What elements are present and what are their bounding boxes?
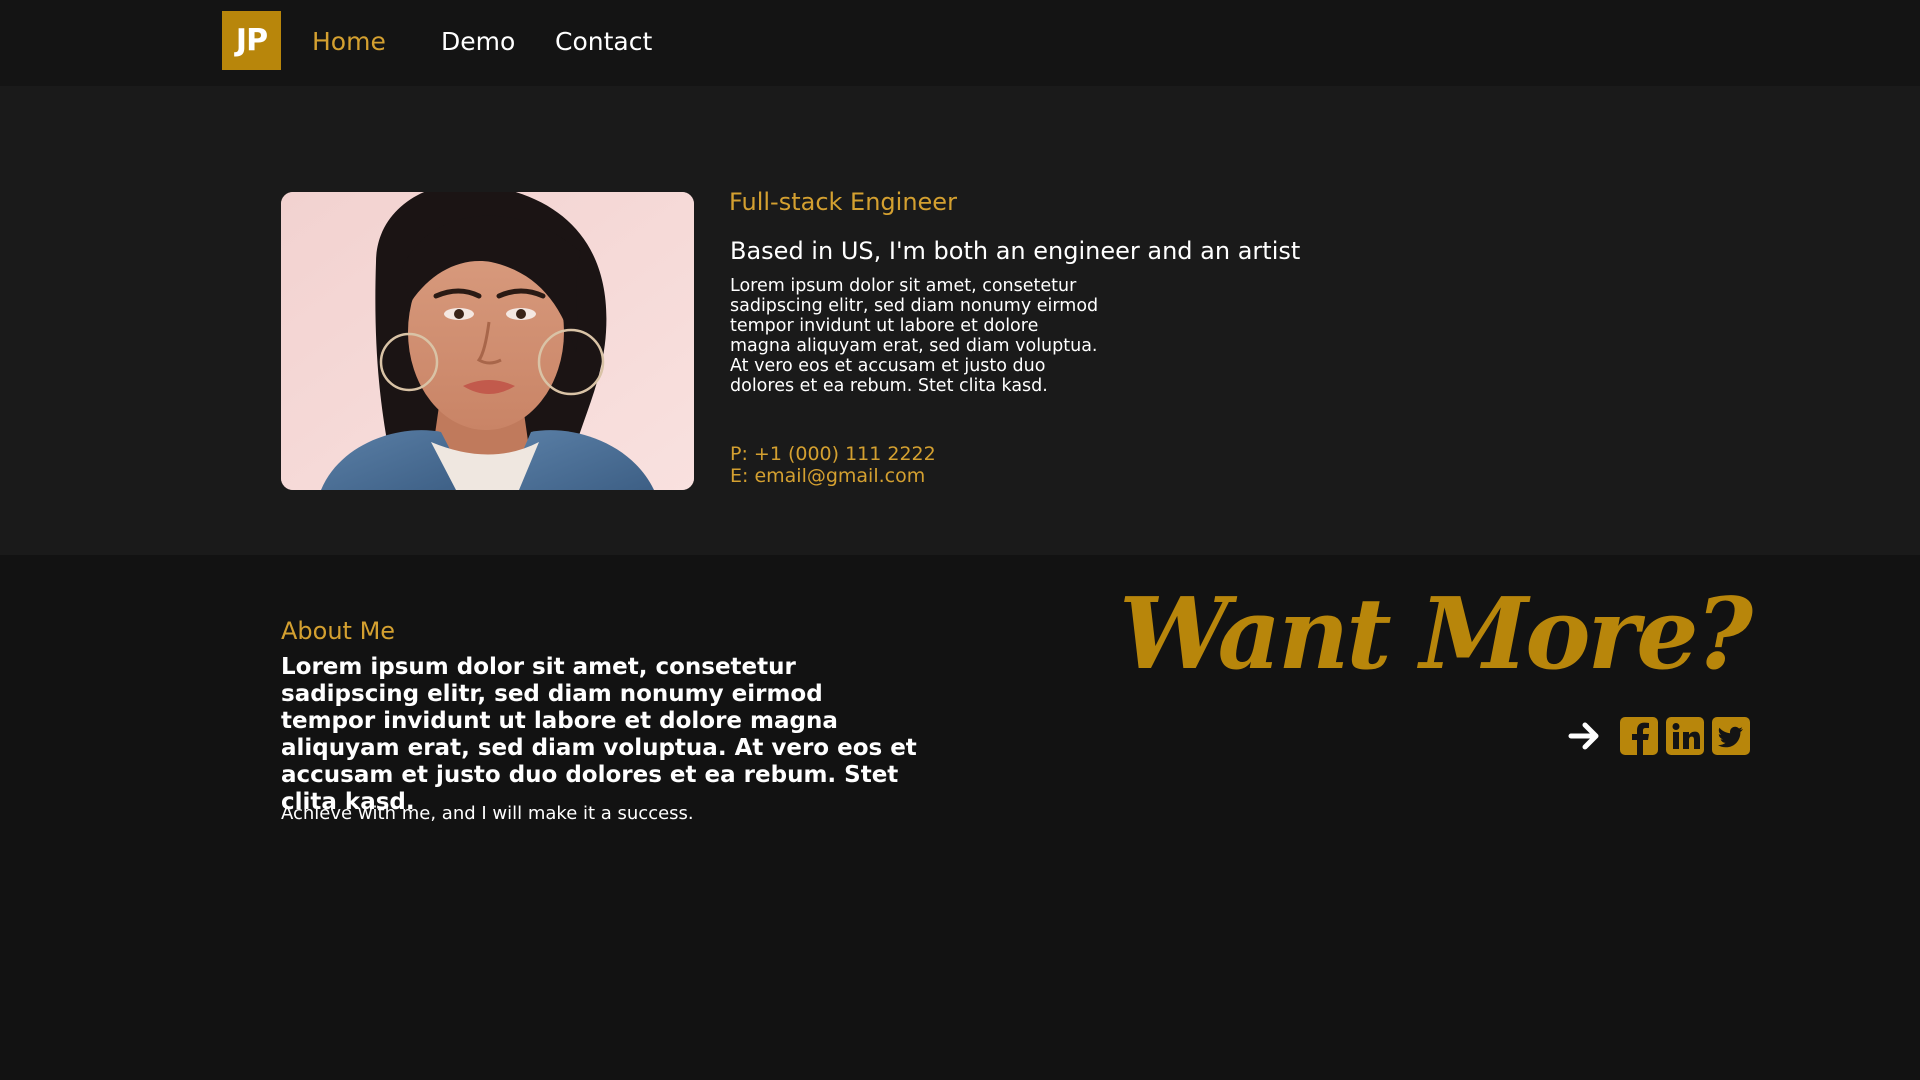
arrow-right-icon[interactable] <box>1565 716 1605 756</box>
navbar: JP Home Demo Contact <box>0 0 1920 86</box>
email-link[interactable]: E: email@gmail.com <box>730 465 925 487</box>
logo[interactable]: JP <box>222 11 281 70</box>
twitter-icon[interactable] <box>1711 716 1751 756</box>
facebook-icon[interactable] <box>1619 716 1659 756</box>
social-links <box>1565 716 1751 756</box>
hero-section: Full-stack Engineer Based in US, I'm bot… <box>0 86 1920 555</box>
hero-headline: Based in US, I'm both an engineer and an… <box>730 237 1301 265</box>
nav-link-demo[interactable]: Demo <box>441 27 515 57</box>
nav-link-contact[interactable]: Contact <box>555 27 652 57</box>
about-heading: About Me <box>281 617 396 645</box>
nav-link-home[interactable]: Home <box>312 27 386 57</box>
linkedin-icon[interactable] <box>1665 716 1705 756</box>
portrait-image <box>281 192 694 490</box>
about-note: Achieve with me, and I will make it a su… <box>281 803 694 824</box>
about-lead-text: Lorem ipsum dolor sit amet, consetetur s… <box>281 654 917 815</box>
role-title: Full-stack Engineer <box>729 188 957 216</box>
phone-text: P: +1 (000) 111 2222 <box>730 443 936 465</box>
hero-description: Lorem ipsum dolor sit amet, consetetur s… <box>730 276 1099 396</box>
cta-title: Want More? <box>1119 577 1753 692</box>
